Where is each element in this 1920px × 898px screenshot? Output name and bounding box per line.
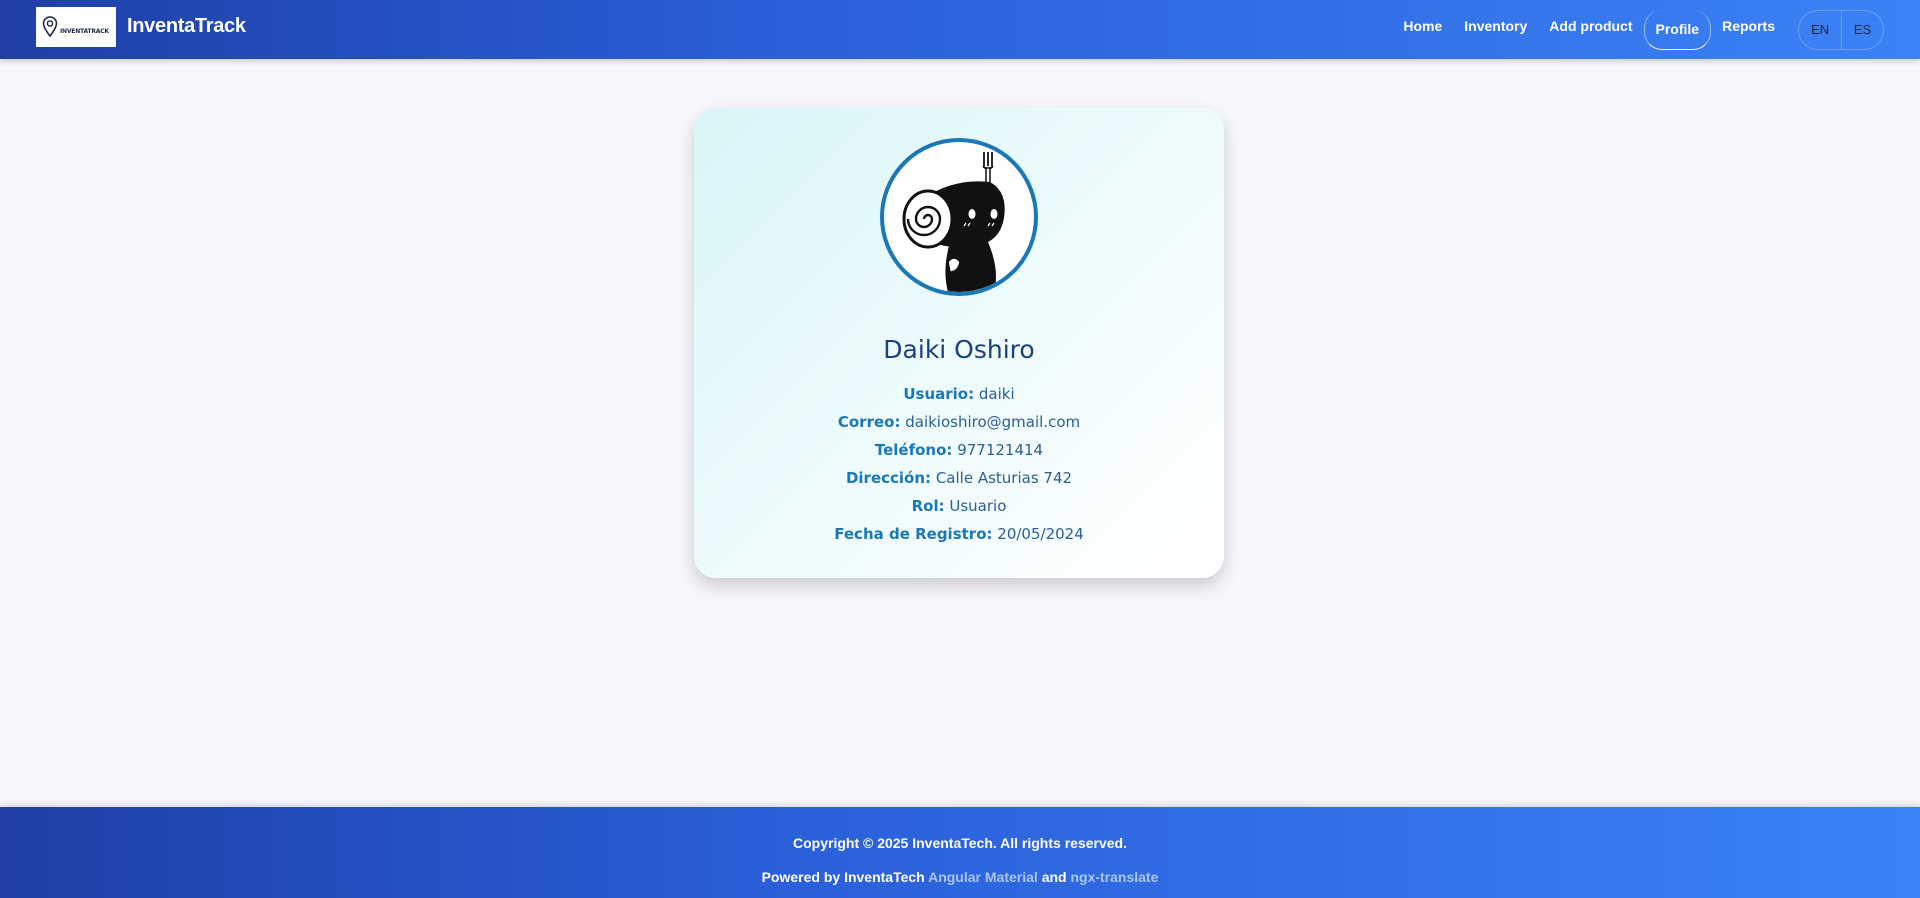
avatar-character-illustration — [902, 152, 1005, 292]
lang-en-button[interactable]: EN — [1799, 11, 1841, 49]
avatar — [880, 138, 1038, 296]
lang-es-button[interactable]: ES — [1841, 10, 1883, 49]
location-pin-icon — [42, 16, 58, 38]
info-label: Usuario: — [903, 385, 975, 403]
info-row-role: Rol: Usuario — [694, 492, 1224, 520]
info-value: daikioshiro@gmail.com — [905, 413, 1081, 431]
info-value: Usuario — [949, 497, 1007, 515]
nav-profile[interactable]: Profile — [1643, 9, 1712, 50]
profile-name: Daiki Oshiro — [883, 335, 1035, 364]
info-label: Fecha de Registro: — [834, 525, 993, 543]
nav-home[interactable]: Home — [1392, 10, 1453, 42]
main-nav: Home Inventory Add product Profile Repor… — [1392, 0, 1920, 59]
top-app-bar: INVENTATRACK InventaTrack Home Inventory… — [0, 0, 1920, 59]
footer-powered-prefix: Powered by InventaTech — [761, 869, 925, 885]
info-row-username: Usuario: daiki — [694, 380, 1224, 408]
app-logo[interactable]: INVENTATRACK — [36, 7, 116, 47]
page-footer: Copyright © 2025 InventaTech. All rights… — [0, 807, 1920, 898]
info-row-email: Correo: daikioshiro@gmail.com — [694, 408, 1224, 436]
footer-copyright: Copyright © 2025 InventaTech. All rights… — [793, 835, 1127, 851]
info-value: Calle Asturias 742 — [935, 469, 1073, 487]
language-toggle: EN ES — [1798, 9, 1884, 50]
info-value: 977121414 — [957, 441, 1044, 459]
profile-info-list: Usuario: daiki Correo: daikioshiro@gmail… — [694, 380, 1224, 548]
info-row-address: Dirección: Calle Asturias 742 — [694, 464, 1224, 492]
nav-inventory[interactable]: Inventory — [1453, 10, 1538, 42]
info-label: Teléfono: — [874, 441, 953, 459]
profile-card: Daiki Oshiro Usuario: daiki Correo: daik… — [694, 108, 1224, 578]
footer-and-text: and — [1041, 869, 1067, 885]
info-value: 20/05/2024 — [997, 525, 1084, 543]
angular-material-link[interactable]: Angular Material — [928, 869, 1038, 885]
info-label: Rol: — [911, 497, 945, 515]
info-label: Dirección: — [845, 469, 932, 487]
footer-powered-by: Powered by InventaTech Angular Material … — [0, 869, 1920, 885]
info-row-registration-date: Fecha de Registro: 20/05/2024 — [694, 520, 1224, 548]
info-label: Correo: — [837, 413, 901, 431]
nav-reports[interactable]: Reports — [1711, 10, 1786, 42]
info-value: daiki — [978, 385, 1015, 403]
ngx-translate-link[interactable]: ngx-translate — [1070, 869, 1158, 885]
nav-add-product[interactable]: Add product — [1538, 10, 1643, 42]
brand-title[interactable]: InventaTrack — [127, 15, 246, 38]
info-row-phone: Teléfono: 977121414 — [694, 436, 1224, 464]
logo-wordmark: INVENTATRACK — [60, 27, 109, 35]
